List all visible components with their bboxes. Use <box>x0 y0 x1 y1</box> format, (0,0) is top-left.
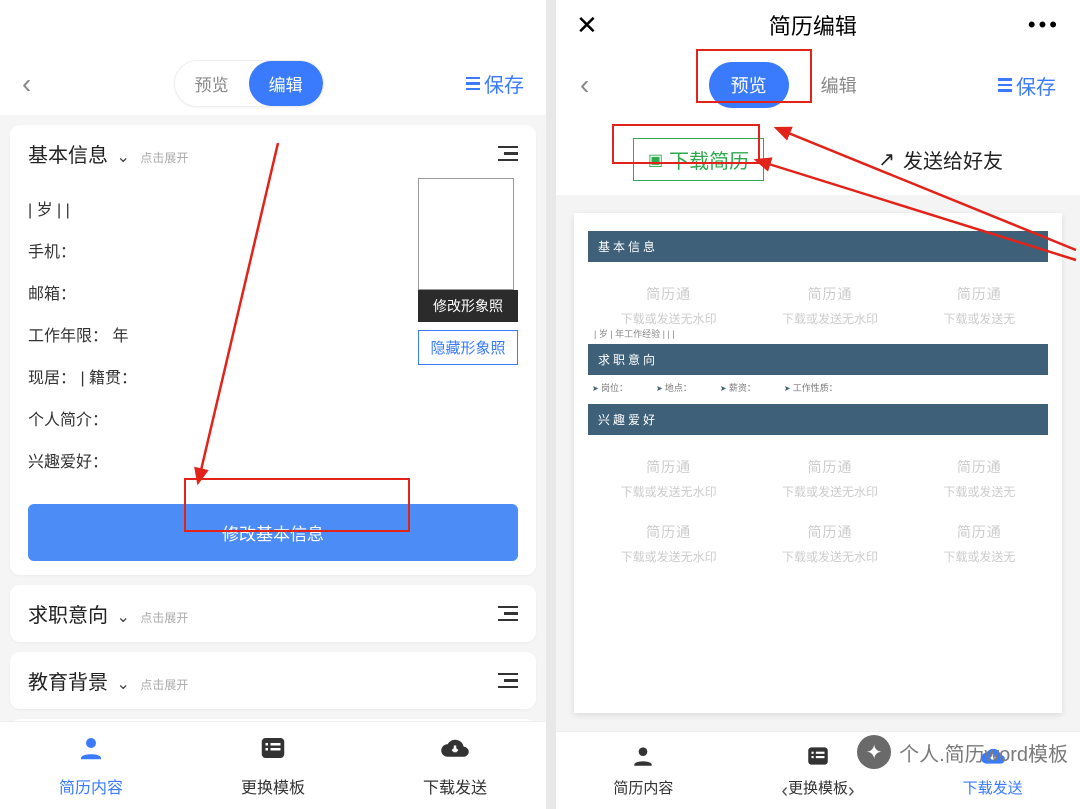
section-job-intent: 求职意向 <box>588 344 1048 375</box>
list-icon <box>258 733 288 768</box>
hide-photo-button[interactable]: 隐藏形象照 <box>418 330 518 365</box>
tab-send[interactable]: 下载发送 <box>905 732 1080 809</box>
share-icon: ↗ <box>878 147 895 172</box>
edit-basic-button[interactable]: 修改基本信息 <box>28 504 518 561</box>
back-button[interactable]: ‹ <box>22 68 31 100</box>
paginator: ‹ › <box>781 780 854 803</box>
field-work-years: 工作年限： 年 <box>28 322 418 346</box>
more-icon[interactable]: ••• <box>1028 12 1060 38</box>
photo-caption[interactable]: 修改形象照 <box>418 290 518 322</box>
save-button[interactable]: 保存 <box>466 69 524 98</box>
send-friend-button[interactable]: ↗ 发送给好友 <box>878 145 1003 174</box>
tab-content[interactable]: 简历内容 <box>0 722 182 809</box>
field-email: 邮箱： <box>28 280 418 304</box>
page-next[interactable]: › <box>848 780 855 803</box>
field-phone: 手机： <box>28 238 418 262</box>
download-resume-button[interactable]: ▣ 下载简历 <box>633 138 764 181</box>
save-button[interactable]: 保存 <box>998 71 1056 100</box>
list-icon <box>805 743 831 773</box>
field-hobby: 兴趣爱好： <box>28 448 418 472</box>
expand-hint: 点击展开 <box>140 611 188 625</box>
card-basic-info: 基本信息 ⌄ 点击展开 | 岁 | | 手机： 邮箱： 工作年限： 年 现居： … <box>10 125 536 575</box>
pill-preview[interactable]: 预览 <box>709 62 789 108</box>
job-meta-row: 岗位： 地点： 薪资： 工作性质： <box>588 375 1048 400</box>
card-menu-icon[interactable] <box>498 673 518 689</box>
page-prev[interactable]: ‹ <box>781 780 788 803</box>
photo-placeholder[interactable] <box>418 178 514 290</box>
back-button[interactable]: ‹ <box>580 69 589 101</box>
menu-icon <box>466 77 480 91</box>
cloud-download-icon <box>980 743 1006 773</box>
section-basic: 基本信息 <box>588 231 1048 262</box>
person-icon <box>76 733 106 768</box>
card-edu-bg[interactable]: 教育背景 ⌄ 点击展开 <box>10 652 536 709</box>
tabbar: 简历内容 更换模板 下载发送 <box>0 721 546 809</box>
chevron-down-icon: ⌄ <box>116 676 129 693</box>
save-label: 保存 <box>484 69 524 98</box>
tab-template[interactable]: 更换模板 <box>182 722 364 809</box>
pill-edit[interactable]: 编辑 <box>249 61 323 106</box>
card-menu-icon[interactable] <box>498 606 518 622</box>
mode-toggle: 预览 编辑 <box>174 60 324 107</box>
tab-send[interactable]: 下载发送 <box>364 722 546 809</box>
expand-hint: 点击展开 <box>140 678 188 692</box>
menu-icon <box>998 78 1012 92</box>
expand-hint: 点击展开 <box>140 151 188 165</box>
pill-preview[interactable]: 预览 <box>175 61 249 106</box>
card-title-job: 求职意向 <box>28 605 108 627</box>
card-job-intent[interactable]: 求职意向 ⌄ 点击展开 <box>10 585 536 642</box>
cloud-download-icon <box>440 733 470 768</box>
chevron-down-icon[interactable]: ⌄ <box>116 149 129 166</box>
field-age: | 岁 | | <box>28 196 418 220</box>
resume-preview-doc: 基本信息 简历通下载或发送无水印 简历通下载或发送无水印 简历通下载或发送无 |… <box>574 213 1062 713</box>
card-menu-icon[interactable] <box>498 146 518 162</box>
field-residence: 现居： | 籍贯： <box>28 364 418 388</box>
person-icon <box>630 743 656 773</box>
pill-edit[interactable]: 编辑 <box>799 62 879 108</box>
card-title-basic: 基本信息 <box>28 145 108 167</box>
tab-content[interactable]: 简历内容 <box>556 732 731 809</box>
card-title-edu: 教育背景 <box>28 672 108 694</box>
chevron-down-icon: ⌄ <box>116 609 129 626</box>
mode-toggle: 预览 编辑 <box>709 62 879 108</box>
file-icon: ▣ <box>648 150 663 170</box>
close-icon[interactable]: ✕ <box>576 10 598 41</box>
section-hobby: 兴趣爱好 <box>588 404 1048 435</box>
field-intro: 个人简介： <box>28 406 418 430</box>
page-title: 简历编辑 <box>769 9 857 41</box>
